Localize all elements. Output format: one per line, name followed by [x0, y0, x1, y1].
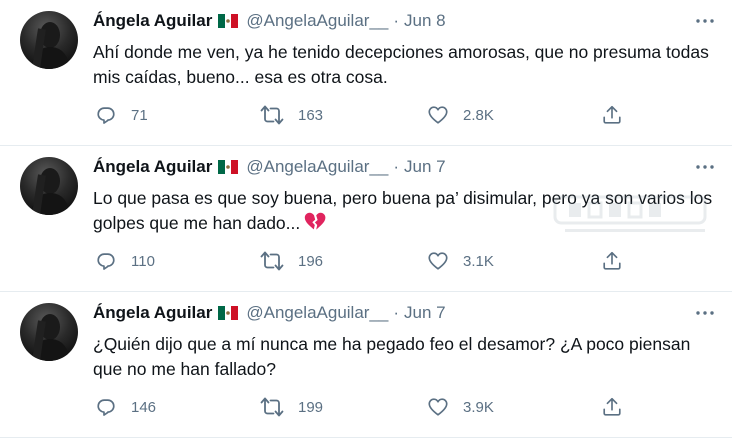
like-button[interactable]: 3.9K — [427, 395, 494, 419]
author-name[interactable]: Ángela Aguilar — [93, 11, 212, 31]
share-icon — [603, 251, 621, 270]
share-button[interactable] — [601, 395, 623, 419]
tweet-feed: Ángela Aguilar @AngelaAguilar__ · Jun 8 … — [0, 0, 732, 442]
reply-button[interactable]: 146 — [95, 395, 156, 419]
like-count: 3.1K — [463, 252, 494, 270]
heart-icon — [428, 106, 448, 124]
tweet[interactable]: Ángela Aguilar @AngelaAguilar__ · Jun 7 … — [0, 146, 732, 292]
share-icon — [603, 397, 621, 416]
share-button[interactable] — [601, 103, 623, 127]
tweet-text-content: ¿Quién dijo que a mí nunca me ha pegado … — [93, 334, 691, 379]
tweet-actions: 146 199 3.9K — [93, 395, 621, 419]
reply-count: 110 — [131, 252, 155, 270]
retweet-icon — [260, 105, 284, 125]
more-icon[interactable] — [692, 10, 718, 32]
more-icon[interactable] — [692, 302, 718, 324]
author-name[interactable]: Ángela Aguilar — [93, 303, 212, 323]
retweet-count: 196 — [298, 252, 324, 270]
share-button[interactable] — [601, 249, 623, 273]
tweet-actions: 110 196 3.1K — [93, 249, 621, 273]
reply-icon — [97, 399, 115, 416]
tweet-header: Ángela Aguilar @AngelaAguilar__ · Jun 8 — [93, 10, 718, 32]
author-handle[interactable]: @AngelaAguilar__ — [246, 157, 388, 177]
more-icon[interactable] — [692, 156, 718, 178]
mexico-flag-icon — [218, 14, 239, 28]
avatar[interactable] — [20, 157, 78, 215]
tweet-date[interactable]: Jun 7 — [404, 303, 446, 323]
reply-icon — [97, 107, 115, 124]
tweet-text-content: Lo que pasa es que soy buena, pero buena… — [93, 188, 713, 233]
retweet-button[interactable]: 199 — [260, 395, 323, 419]
heart-icon — [428, 252, 448, 270]
tweet[interactable]: Ángela Aguilar @AngelaAguilar__ · Jun 8 … — [0, 0, 732, 146]
reply-count: 146 — [131, 398, 157, 416]
like-button[interactable]: 3.1K — [427, 249, 494, 273]
reply-icon — [97, 253, 115, 270]
heart-icon — [428, 398, 448, 416]
like-button[interactable]: 2.8K — [427, 103, 494, 127]
tweet-header: Ángela Aguilar @AngelaAguilar__ · Jun 7 — [93, 156, 718, 178]
tweet-text: Ahí donde me ven, ya he tenido decepcion… — [93, 40, 718, 90]
retweet-count: 199 — [298, 398, 324, 416]
author-handle[interactable]: @AngelaAguilar__ — [246, 11, 388, 31]
tweet-text-content: Ahí donde me ven, ya he tenido decepcion… — [93, 42, 709, 87]
mexico-flag-icon — [218, 306, 239, 320]
avatar[interactable] — [20, 303, 78, 361]
reply-button[interactable]: 71 — [95, 103, 148, 127]
author-handle[interactable]: @AngelaAguilar__ — [246, 303, 388, 323]
retweet-icon — [260, 397, 284, 417]
tweet-date[interactable]: Jun 8 — [404, 11, 446, 31]
separator: · — [393, 303, 400, 322]
tweet-header: Ángela Aguilar @AngelaAguilar__ · Jun 7 — [93, 302, 718, 324]
reply-count: 71 — [131, 106, 148, 124]
tweet-text: ¿Quién dijo que a mí nunca me ha pegado … — [93, 332, 718, 382]
reply-button[interactable]: 110 — [95, 249, 155, 273]
tweet-actions: 71 163 2.8K — [93, 103, 621, 127]
mexico-flag-icon — [218, 160, 239, 174]
broken-heart-icon — [304, 212, 326, 239]
share-icon — [603, 105, 621, 124]
retweet-button[interactable]: 163 — [260, 103, 323, 127]
tweet-date[interactable]: Jun 7 — [404, 157, 446, 177]
separator: · — [393, 157, 400, 176]
tweet-text: Lo que pasa es que soy buena, pero buena… — [93, 186, 718, 239]
like-count: 3.9K — [463, 398, 494, 416]
retweet-icon — [260, 251, 284, 271]
avatar[interactable] — [20, 11, 78, 69]
separator: · — [393, 11, 400, 30]
author-name[interactable]: Ángela Aguilar — [93, 157, 212, 177]
like-count: 2.8K — [463, 106, 494, 124]
retweet-button[interactable]: 196 — [260, 249, 323, 273]
tweet[interactable]: Ángela Aguilar @AngelaAguilar__ · Jun 7 … — [0, 292, 732, 438]
retweet-count: 163 — [298, 106, 324, 124]
